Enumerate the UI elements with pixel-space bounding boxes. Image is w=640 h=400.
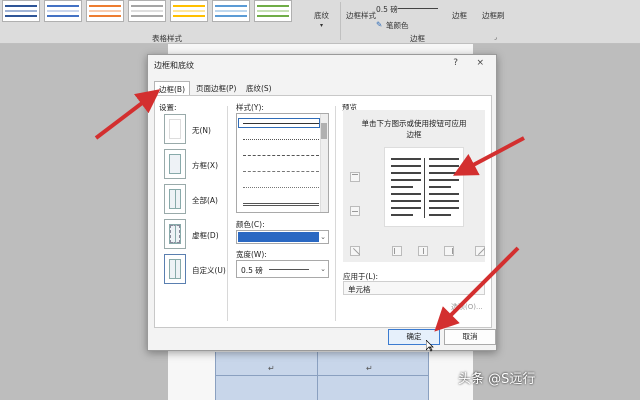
arrow-to-ok-button: [434, 246, 520, 332]
annotation-arrows: [94, 89, 525, 332]
watermark: 头条 @S远行: [458, 372, 536, 387]
mouse-cursor-icon: [426, 340, 434, 352]
arrow-to-borders-tab: [94, 89, 161, 140]
arrow-to-preview: [452, 136, 525, 176]
